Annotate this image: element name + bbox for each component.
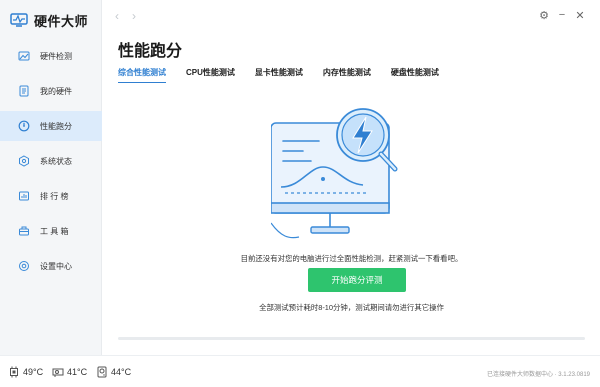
benchmark-message: 目前还没有对您的电脑进行过全面性能检测，赶紧测试一下看看吧。 bbox=[240, 254, 463, 263]
sidebar-item-ranking[interactable]: 排 行 榜 bbox=[0, 181, 102, 211]
sidebar-item-label: 性能跑分 bbox=[40, 121, 72, 131]
tab-overall[interactable]: 综合性能测试 bbox=[118, 67, 166, 83]
cpu-temp-value: 49°C bbox=[23, 367, 44, 377]
gpu-temp-value: 41°C bbox=[67, 367, 88, 377]
back-arrow-icon[interactable]: ‹ bbox=[115, 9, 119, 23]
toolbox-icon bbox=[18, 225, 30, 237]
sidebar-item-label: 我的硬件 bbox=[40, 86, 72, 96]
gpu-icon bbox=[52, 368, 64, 377]
brand: 硬件大师 bbox=[10, 10, 88, 30]
tab-memory[interactable]: 内存性能测试 bbox=[323, 67, 371, 83]
hexagon-icon bbox=[18, 155, 30, 167]
settings-gear-icon[interactable]: ⚙ bbox=[537, 8, 551, 22]
sidebar-nav: 硬件检测 我的硬件 性能跑分 系统状态 排 行 榜 工 具 箱 设置中心 bbox=[0, 41, 102, 286]
cpu-temp-indicator: 49°C bbox=[8, 366, 43, 378]
sidebar-item-toolbox[interactable]: 工 具 箱 bbox=[0, 216, 102, 246]
disk-temp-value: 44°C bbox=[111, 367, 132, 377]
document-icon bbox=[18, 85, 30, 97]
close-icon[interactable]: ✕ bbox=[573, 8, 587, 22]
sidebar-item-label: 硬件检测 bbox=[40, 51, 72, 61]
gpu-temp-indicator: 41°C bbox=[52, 366, 87, 378]
start-benchmark-button[interactable]: 开始跑分评测 bbox=[308, 268, 406, 292]
sidebar: 硬件大师 硬件检测 我的硬件 性能跑分 系统状态 排 行 榜 工 具 箱 设置中… bbox=[0, 0, 102, 355]
gauge-icon bbox=[18, 120, 30, 132]
page-title: 性能跑分 bbox=[118, 43, 183, 60]
app-name: 硬件大师 bbox=[34, 13, 89, 29]
app-logo-icon bbox=[10, 13, 28, 27]
sidebar-item-label: 系统状态 bbox=[40, 156, 72, 166]
disk-temp-indicator: 44°C bbox=[96, 366, 131, 378]
status-bar: 49°C 41°C 44°C 已连接硬件大师数据中心 · 3.1.23.0819 bbox=[0, 355, 600, 387]
tab-gpu[interactable]: 显卡性能测试 bbox=[255, 67, 303, 83]
forward-arrow-icon[interactable]: › bbox=[132, 9, 136, 23]
server-status: 已连接硬件大师数据中心 · 3.1.23.0819 bbox=[486, 372, 590, 378]
sidebar-item-label: 排 行 榜 bbox=[40, 191, 69, 201]
sidebar-item-my-hardware[interactable]: 我的硬件 bbox=[0, 76, 102, 106]
duration-note: 全部测试预计耗时8-10分钟，测试期间请勿进行其它操作 bbox=[259, 303, 444, 312]
sidebar-item-system-status[interactable]: 系统状态 bbox=[0, 146, 102, 176]
sidebar-item-label: 工 具 箱 bbox=[40, 226, 69, 236]
sidebar-item-hardware-detect[interactable]: 硬件检测 bbox=[0, 41, 102, 71]
benchmark-illustration bbox=[271, 108, 398, 239]
image-icon bbox=[18, 50, 30, 62]
sidebar-item-settings[interactable]: 设置中心 bbox=[0, 251, 102, 281]
app-window: 硬件大师 硬件检测 我的硬件 性能跑分 系统状态 排 行 榜 工 具 箱 设置中… bbox=[0, 0, 600, 387]
cpu-icon bbox=[10, 366, 18, 378]
disk-icon bbox=[97, 366, 107, 378]
benchmark-tabs: 综合性能测试 CPU性能测试 显卡性能测试 内存性能测试 硬盘性能测试 bbox=[118, 67, 459, 83]
progress-bar bbox=[118, 337, 585, 340]
chart-icon bbox=[18, 190, 30, 202]
main-panel: ‹ › ⚙ − ✕ 性能跑分 综合性能测试 CPU性能测试 显卡性能测试 内存性… bbox=[103, 0, 600, 355]
tab-cpu[interactable]: CPU性能测试 bbox=[186, 67, 235, 83]
title-bar: ‹ › ⚙ − ✕ bbox=[103, 0, 600, 34]
sidebar-item-benchmark[interactable]: 性能跑分 bbox=[0, 111, 102, 141]
settings-icon bbox=[18, 260, 30, 272]
tab-disk[interactable]: 硬盘性能测试 bbox=[391, 67, 439, 83]
minimize-icon[interactable]: − bbox=[555, 8, 569, 22]
sidebar-item-label: 设置中心 bbox=[40, 261, 72, 271]
